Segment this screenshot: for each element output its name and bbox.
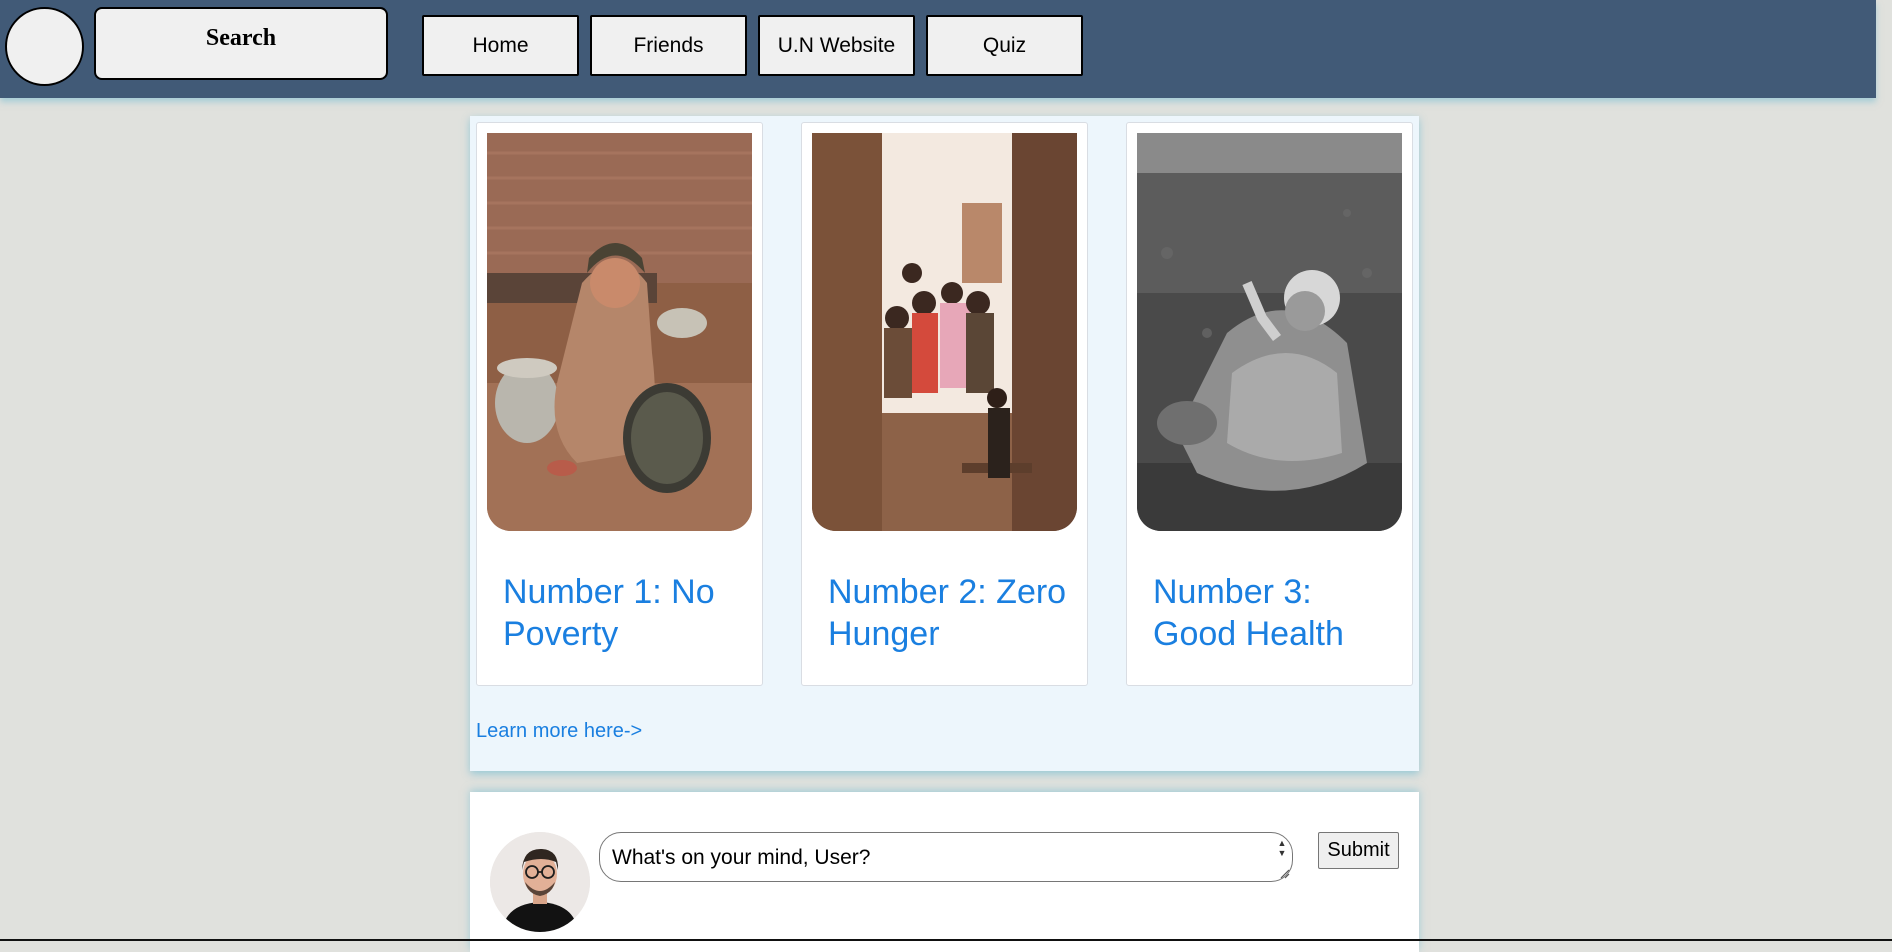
nav-friends-button[interactable]: Friends	[590, 15, 747, 76]
children-in-doorway-photo	[812, 133, 1077, 531]
goal-title-no-poverty[interactable]: Number 1: No Poverty	[503, 571, 753, 655]
goals-panel: Number 1: No Poverty Number 2: Zero Hung…	[470, 116, 1419, 771]
elderly-woman-bw-photo	[1137, 133, 1402, 531]
user-avatar	[490, 832, 590, 932]
nav-un-website-button[interactable]: U.N Website	[758, 15, 915, 76]
goal-title-zero-hunger[interactable]: Number 2: Zero Hunger	[828, 571, 1078, 655]
goal-card-no-poverty[interactable]: Number 1: No Poverty	[476, 122, 763, 686]
post-placeholder: What's on your mind, User?	[612, 846, 871, 869]
spin-up-icon[interactable]: ▲	[1278, 838, 1287, 848]
nav-home-button[interactable]: Home	[422, 15, 579, 76]
post-composer: What's on your mind, User? ▲ ▼ Submit	[470, 792, 1419, 952]
top-navigation-bar: Search Home Friends U.N Website Quiz	[0, 0, 1876, 98]
spin-down-icon[interactable]: ▼	[1278, 848, 1287, 858]
submit-button[interactable]: Submit	[1318, 832, 1399, 869]
nav-quiz-button[interactable]: Quiz	[926, 15, 1083, 76]
profile-avatar-button[interactable]	[5, 7, 84, 86]
learn-more-link[interactable]: Learn more here->	[476, 720, 642, 743]
goal-title-good-health[interactable]: Number 3: Good Health	[1153, 571, 1403, 655]
goal-card-good-health[interactable]: Number 3: Good Health	[1126, 122, 1413, 686]
goal-card-zero-hunger[interactable]: Number 2: Zero Hunger	[801, 122, 1088, 686]
search-button[interactable]: Search	[94, 7, 388, 80]
child-with-pot-photo	[487, 133, 752, 531]
resize-grip-icon[interactable]	[1278, 867, 1290, 879]
post-textarea[interactable]: What's on your mind, User? ▲ ▼	[599, 832, 1293, 882]
